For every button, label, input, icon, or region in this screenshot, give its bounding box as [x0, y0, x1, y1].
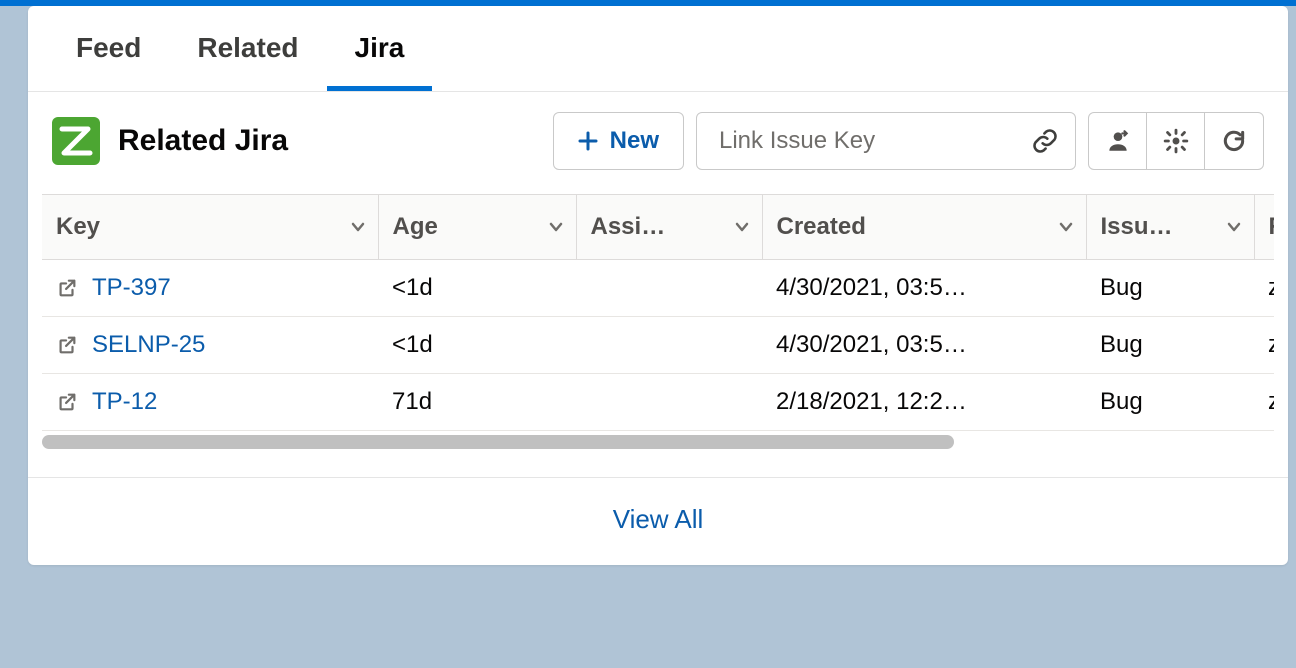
tab-jira[interactable]: Jira: [327, 6, 433, 91]
cell-created: 4/30/2021, 03:5…: [762, 317, 1086, 374]
new-button[interactable]: New: [553, 112, 684, 170]
cell-issuetype: Bug: [1086, 317, 1254, 374]
tab-bar: Feed Related Jira: [28, 6, 1288, 92]
column-header-label: Reporter: [1269, 213, 1275, 240]
table-row: TP-397 <1d 4/30/2021, 03:5…BugzAgile Dev: [42, 260, 1274, 317]
column-header-label: Assi…: [591, 213, 666, 240]
view-all-link[interactable]: View All: [613, 504, 704, 534]
issues-table: Key Age Assi… Created Issu… Reporter TP-…: [42, 194, 1274, 431]
external-link-icon[interactable]: [56, 277, 78, 299]
cell-assignee: [576, 317, 762, 374]
cell-issuetype: Bug: [1086, 374, 1254, 431]
issue-key-link[interactable]: TP-12: [92, 388, 157, 416]
zagile-icon: [52, 117, 100, 165]
tab-feed[interactable]: Feed: [48, 6, 169, 91]
chevron-down-icon: [1056, 217, 1076, 237]
column-header-label: Created: [777, 213, 866, 240]
new-button-label: New: [610, 127, 659, 155]
scrollbar-thumb[interactable]: [42, 435, 954, 449]
cell-reporter: zAgile Dev: [1254, 260, 1274, 317]
cell-reporter: zAgile Dev: [1254, 374, 1274, 431]
tab-related[interactable]: Related: [169, 6, 326, 91]
cell-age: <1d: [378, 260, 576, 317]
column-header-issuetype[interactable]: Issu…: [1086, 195, 1254, 260]
cell-created: 4/30/2021, 03:5…: [762, 260, 1086, 317]
issue-key-link[interactable]: TP-397: [92, 274, 171, 302]
chevron-down-icon: [348, 217, 368, 237]
cell-issuetype: Bug: [1086, 260, 1254, 317]
table-scroll-region[interactable]: Key Age Assi… Created Issu… Reporter TP-…: [42, 194, 1274, 431]
cell-age: 71d: [378, 374, 576, 431]
column-header-label: Key: [56, 213, 100, 240]
horizontal-scrollbar[interactable]: [42, 435, 1274, 449]
column-header-reporter[interactable]: Reporter: [1254, 195, 1274, 260]
column-header-assignee[interactable]: Assi…: [576, 195, 762, 260]
cell-created: 2/18/2021, 12:2…: [762, 374, 1086, 431]
issue-key-link[interactable]: SELNP-25: [92, 331, 205, 359]
cell-reporter: zAgile Dev: [1254, 317, 1274, 374]
toolbar-button-group: [1088, 112, 1264, 170]
column-header-label: Issu…: [1101, 213, 1173, 240]
section-title: Related Jira: [118, 124, 288, 158]
column-header-created[interactable]: Created: [762, 195, 1086, 260]
column-header-key[interactable]: Key: [42, 195, 378, 260]
external-link-icon[interactable]: [56, 334, 78, 356]
link-issue-key-input[interactable]: [717, 126, 1031, 156]
column-header-label: Age: [393, 213, 438, 240]
chevron-down-icon: [546, 217, 566, 237]
chevron-down-icon: [1224, 217, 1244, 237]
link-issue-key-group: [696, 112, 1076, 170]
table-row: SELNP-25 <1d 4/30/2021, 03:5…BugzAgile Dev: [42, 317, 1274, 374]
link-icon[interactable]: [1031, 127, 1059, 155]
table-row: TP-12 71d 2/18/2021, 12:2…BugzAgile Dev: [42, 374, 1274, 431]
chevron-down-icon: [732, 217, 752, 237]
settings-button[interactable]: [1147, 113, 1205, 169]
cell-assignee: [576, 260, 762, 317]
column-header-age[interactable]: Age: [378, 195, 576, 260]
cell-age: <1d: [378, 317, 576, 374]
plus-icon: [578, 131, 598, 151]
external-link-icon[interactable]: [56, 391, 78, 413]
cell-assignee: [576, 374, 762, 431]
related-jira-panel: Feed Related Jira Related Jira New: [28, 6, 1288, 565]
refresh-button[interactable]: [1205, 113, 1263, 169]
related-users-button[interactable]: [1089, 113, 1147, 169]
